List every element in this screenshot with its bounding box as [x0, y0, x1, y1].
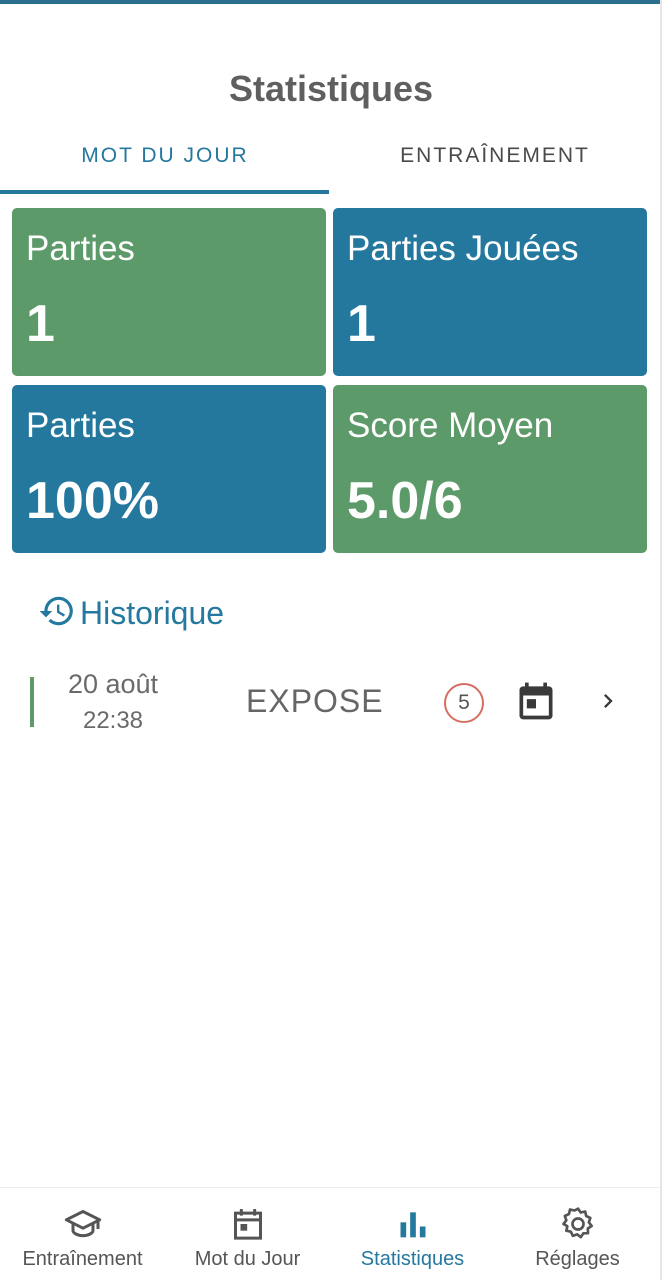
history-header: Historique [38, 592, 224, 635]
nav-item-statistiques[interactable]: Statistiques [330, 1188, 495, 1280]
nav-item-reglages[interactable]: Réglages [495, 1188, 660, 1280]
nav-item-mot-du-jour[interactable]: Mot du Jour [165, 1188, 330, 1280]
row-score-badge: 5 [444, 683, 484, 723]
stat-value: 1 [26, 295, 55, 353]
top-accent-bar [0, 0, 662, 4]
calendar-icon [228, 1204, 268, 1244]
stat-card-parties-jouees: Parties Jouées 1 [333, 208, 647, 376]
calendar-icon [514, 679, 558, 723]
stat-card-score-moyen: Score Moyen 5.0/6 [333, 385, 647, 553]
history-title: Historique [80, 595, 225, 631]
stat-value: 5.0/6 [347, 472, 463, 530]
row-time: 22:38 [82, 707, 144, 734]
bar-chart-icon [393, 1204, 433, 1244]
nav-label: Mot du Jour [194, 1248, 301, 1270]
history-icon [38, 592, 76, 635]
tab-entrainement[interactable]: ENTRAÎNEMENT [330, 130, 660, 194]
nav-item-entrainement[interactable]: Entraînement [0, 1188, 165, 1280]
stat-value: 1 [347, 295, 376, 353]
tab-mot-du-jour[interactable]: MOT DU JOUR [0, 130, 330, 194]
tab-bar: MOT DU JOUR ENTRAÎNEMENT [0, 130, 660, 194]
stat-label: Parties [26, 229, 135, 268]
row-date: 20 août [67, 669, 159, 699]
nav-label: Entraînement [22, 1248, 143, 1270]
stat-label: Parties [26, 406, 135, 445]
gear-icon [558, 1204, 598, 1244]
row-word: EXPOSE [246, 683, 384, 719]
history-row[interactable]: 20 août 22:38 EXPOSE 5 [30, 665, 630, 745]
nav-label: Réglages [535, 1248, 620, 1270]
graduation-cap-icon [63, 1204, 103, 1244]
bottom-navigation: Entraînement Mot du Jour Statistiques Ré… [0, 1187, 660, 1280]
row-status-bar [30, 677, 34, 727]
chevron-right-icon[interactable] [594, 687, 622, 715]
active-tab-indicator [0, 190, 329, 194]
stat-card-win-rate: Parties 100% [12, 385, 326, 553]
stat-label: Parties Jouées [347, 229, 579, 268]
nav-label: Statistiques [360, 1248, 465, 1270]
page-title: Statistiques [228, 68, 434, 109]
stat-value: 100% [26, 472, 159, 530]
stat-label: Score Moyen [347, 406, 554, 445]
stat-card-parties: Parties 1 [12, 208, 326, 376]
